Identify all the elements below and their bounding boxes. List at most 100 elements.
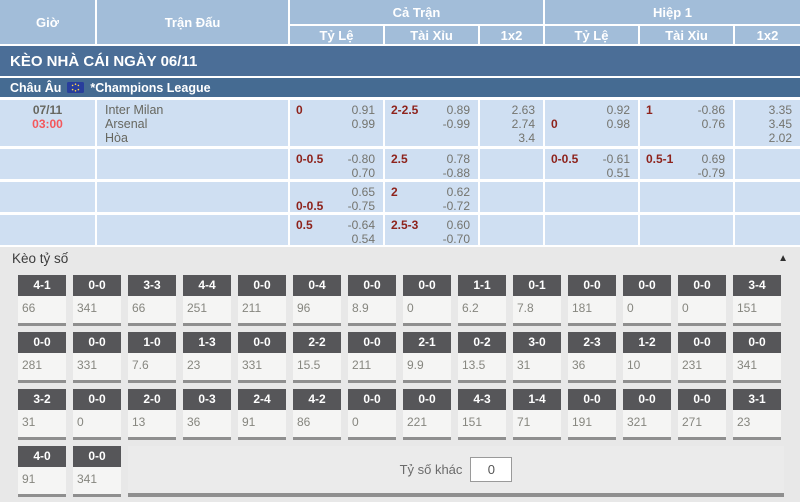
score-odds-value[interactable]: 91 bbox=[18, 467, 66, 486]
odds-value[interactable]: -0.75 bbox=[348, 199, 375, 212]
score-cell[interactable]: 4-091 bbox=[18, 446, 66, 497]
score-cell[interactable]: 1-323 bbox=[183, 332, 231, 383]
odds-value[interactable]: 0.91 bbox=[352, 103, 375, 117]
score-cell[interactable]: 0-0181 bbox=[568, 275, 616, 326]
score-odds-value[interactable]: 181 bbox=[568, 296, 616, 315]
score-odds-value[interactable]: 341 bbox=[73, 296, 121, 315]
odds-value[interactable]: -0.88 bbox=[443, 166, 470, 179]
score-cell[interactable]: 0-08.9 bbox=[348, 275, 396, 326]
score-cell[interactable]: 0-00 bbox=[348, 389, 396, 440]
score-odds-value[interactable]: 271 bbox=[678, 410, 726, 429]
score-odds-value[interactable]: 251 bbox=[183, 296, 231, 315]
score-odds-value[interactable]: 31 bbox=[18, 410, 66, 429]
score-odds-value[interactable]: 7.6 bbox=[128, 353, 176, 372]
odds-value[interactable]: -0.64 bbox=[348, 218, 375, 232]
score-cell[interactable]: 0-0221 bbox=[403, 389, 451, 440]
score-odds-value[interactable]: 231 bbox=[678, 353, 726, 372]
odds-value[interactable]: 0.92 bbox=[607, 103, 630, 117]
odds-value[interactable]: 0.89 bbox=[447, 103, 470, 117]
odds-value[interactable]: 0.51 bbox=[607, 166, 630, 179]
score-cell[interactable]: 0-0331 bbox=[73, 332, 121, 383]
odds-value[interactable]: 0.65 bbox=[352, 185, 375, 199]
odds-value[interactable]: 0.69 bbox=[702, 152, 725, 166]
score-cell[interactable]: 3-123 bbox=[733, 389, 781, 440]
odds-value[interactable]: -0.61 bbox=[603, 152, 630, 166]
score-odds-value[interactable]: 15.5 bbox=[293, 353, 341, 372]
score-odds-value[interactable]: 66 bbox=[18, 296, 66, 315]
score-cell[interactable]: 4-4251 bbox=[183, 275, 231, 326]
other-score-input[interactable]: 0 bbox=[470, 457, 512, 482]
score-odds-value[interactable]: 71 bbox=[513, 410, 561, 429]
score-odds-value[interactable]: 6.2 bbox=[458, 296, 506, 315]
score-cell[interactable]: 0-0211 bbox=[348, 332, 396, 383]
score-odds-value[interactable]: 321 bbox=[623, 410, 671, 429]
score-cell[interactable]: 0-0321 bbox=[623, 389, 671, 440]
score-odds-value[interactable]: 31 bbox=[513, 353, 561, 372]
score-cell[interactable]: 4-166 bbox=[18, 275, 66, 326]
odds-value[interactable]: -0.99 bbox=[443, 117, 470, 131]
odds-value[interactable]: 0.78 bbox=[447, 152, 470, 166]
score-cell[interactable]: 3-4151 bbox=[733, 275, 781, 326]
score-cell[interactable]: 0-213.5 bbox=[458, 332, 506, 383]
score-cell[interactable]: 0-0341 bbox=[733, 332, 781, 383]
score-cell[interactable]: 0-0281 bbox=[18, 332, 66, 383]
score-section-header[interactable]: Kèo tỷ số ▲ bbox=[0, 247, 800, 269]
score-cell[interactable]: 0-17.8 bbox=[513, 275, 561, 326]
score-odds-value[interactable]: 221 bbox=[403, 410, 451, 429]
score-odds-value[interactable]: 0 bbox=[73, 410, 121, 429]
score-cell[interactable]: 4-3151 bbox=[458, 389, 506, 440]
score-cell[interactable]: 0-496 bbox=[293, 275, 341, 326]
score-odds-value[interactable]: 23 bbox=[183, 353, 231, 372]
score-cell[interactable]: 1-07.6 bbox=[128, 332, 176, 383]
score-odds-value[interactable]: 281 bbox=[18, 353, 66, 372]
odds-value[interactable]: 2.02 bbox=[769, 131, 792, 145]
score-odds-value[interactable]: 191 bbox=[568, 410, 616, 429]
score-cell[interactable]: 3-366 bbox=[128, 275, 176, 326]
score-cell[interactable]: 0-00 bbox=[403, 275, 451, 326]
odds-value[interactable]: 0.99 bbox=[352, 117, 375, 131]
score-cell[interactable]: 2-491 bbox=[238, 389, 286, 440]
score-cell[interactable]: 3-031 bbox=[513, 332, 561, 383]
score-odds-value[interactable]: 36 bbox=[183, 410, 231, 429]
score-odds-value[interactable]: 36 bbox=[568, 353, 616, 372]
score-odds-value[interactable]: 331 bbox=[73, 353, 121, 372]
score-odds-value[interactable]: 331 bbox=[238, 353, 286, 372]
odds-value[interactable]: 3.4 bbox=[518, 131, 535, 145]
score-odds-value[interactable]: 341 bbox=[733, 353, 781, 372]
score-odds-value[interactable]: 9.9 bbox=[403, 353, 451, 372]
score-odds-value[interactable]: 13 bbox=[128, 410, 176, 429]
score-cell[interactable]: 4-286 bbox=[293, 389, 341, 440]
score-cell[interactable]: 1-210 bbox=[623, 332, 671, 383]
score-cell[interactable]: 0-336 bbox=[183, 389, 231, 440]
score-odds-value[interactable]: 13.5 bbox=[458, 353, 506, 372]
score-odds-value[interactable]: 66 bbox=[128, 296, 176, 315]
odds-value[interactable]: 0.76 bbox=[702, 117, 725, 131]
score-cell[interactable]: 0-0211 bbox=[238, 275, 286, 326]
score-odds-value[interactable]: 0 bbox=[403, 296, 451, 315]
score-cell[interactable]: 0-0331 bbox=[238, 332, 286, 383]
score-cell[interactable]: 2-013 bbox=[128, 389, 176, 440]
score-cell[interactable]: 1-16.2 bbox=[458, 275, 506, 326]
score-cell[interactable]: 0-0191 bbox=[568, 389, 616, 440]
odds-value[interactable]: 0.62 bbox=[447, 185, 470, 199]
score-cell[interactable]: 0-00 bbox=[73, 389, 121, 440]
score-odds-value[interactable]: 10 bbox=[623, 353, 671, 372]
odds-value[interactable]: 0.98 bbox=[607, 117, 630, 131]
score-odds-value[interactable]: 96 bbox=[293, 296, 341, 315]
odds-value[interactable]: 0.60 bbox=[447, 218, 470, 232]
odds-value[interactable]: -0.80 bbox=[348, 152, 375, 166]
league-bar[interactable]: Châu Âu *Champions League bbox=[0, 78, 800, 97]
score-odds-value[interactable]: 341 bbox=[73, 467, 121, 486]
score-odds-value[interactable]: 0 bbox=[623, 296, 671, 315]
score-cell[interactable]: 2-336 bbox=[568, 332, 616, 383]
score-cell[interactable]: 2-19.9 bbox=[403, 332, 451, 383]
odds-value[interactable]: -0.72 bbox=[443, 199, 470, 212]
score-odds-value[interactable]: 211 bbox=[348, 353, 396, 372]
score-cell[interactable]: 0-0231 bbox=[678, 332, 726, 383]
score-cell[interactable]: 0-0341 bbox=[73, 275, 121, 326]
odds-value[interactable]: 3.45 bbox=[769, 117, 792, 131]
score-cell[interactable]: 0-0341 bbox=[73, 446, 121, 497]
odds-value[interactable]: 2.74 bbox=[512, 117, 535, 131]
score-cell[interactable]: 0-0271 bbox=[678, 389, 726, 440]
score-odds-value[interactable]: 8.9 bbox=[348, 296, 396, 315]
